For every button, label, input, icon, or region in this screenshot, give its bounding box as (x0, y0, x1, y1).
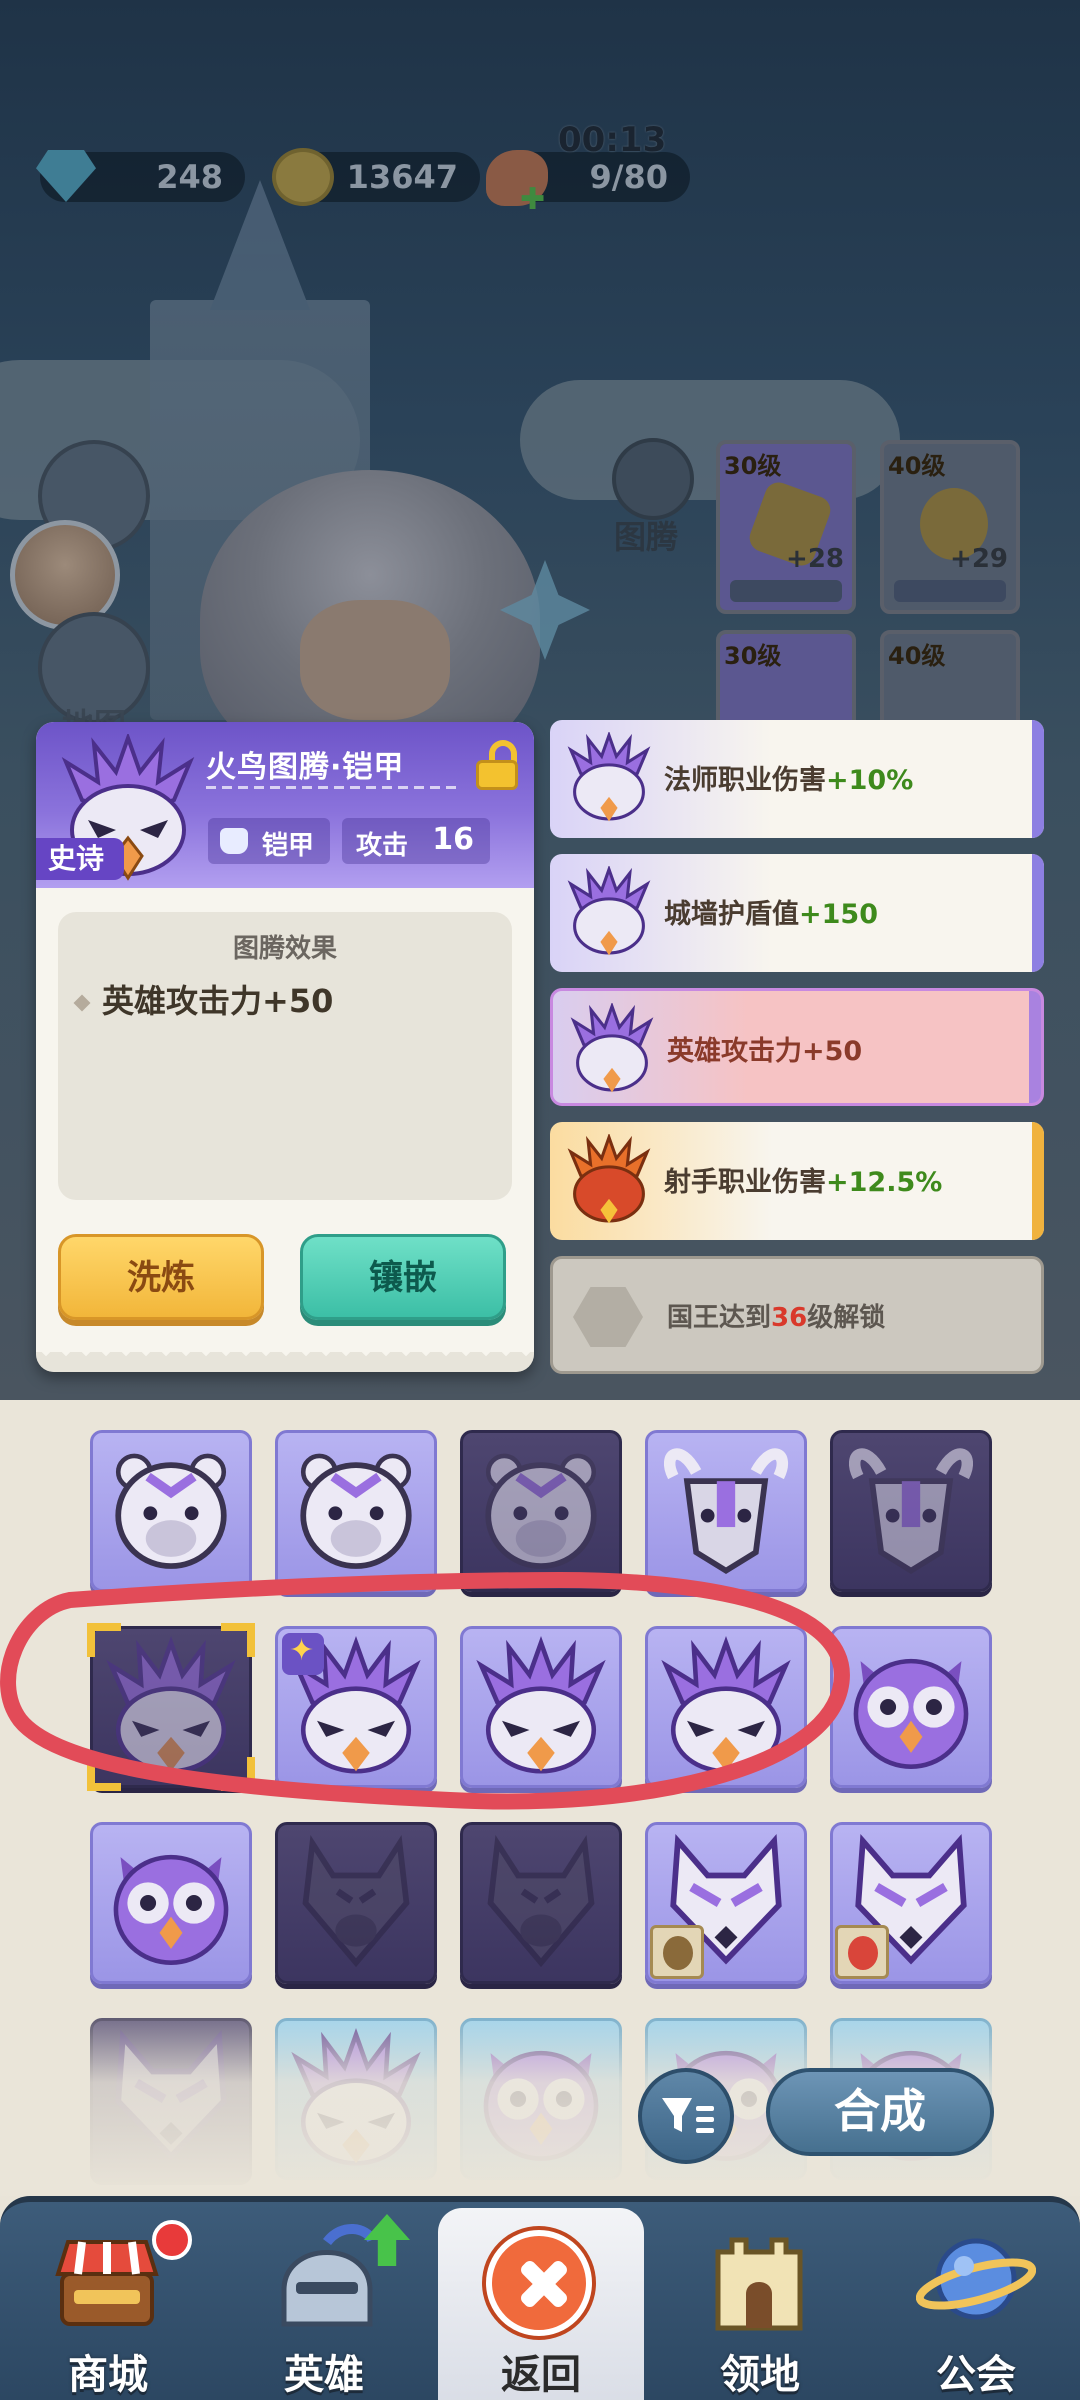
nav-guild-label: 公会 (936, 2352, 1016, 2398)
slot-type-label: 铠甲 (262, 831, 315, 861)
equipment-level: 40级 (888, 452, 946, 480)
totem-item[interactable] (830, 1430, 992, 1592)
nav-shop-label: 商城 (68, 2352, 148, 2398)
phoenix-totem-icon (567, 1134, 651, 1224)
coin-count: 13647 (346, 158, 458, 196)
merge-button[interactable]: 合成 (766, 2068, 994, 2156)
close-icon (486, 2230, 592, 2336)
unlock-requirement: 国王达到36级解锁 (667, 1303, 886, 1333)
equipment-bonus: +28 (786, 544, 844, 574)
slot-type-chip: 铠甲 (208, 818, 330, 864)
locked-totem-slot[interactable]: 国王达到36级解锁 (550, 1256, 1044, 1374)
diamond-bullet-icon (73, 994, 91, 1012)
totem-item[interactable] (275, 1430, 437, 1592)
attack-value: 16 (432, 822, 474, 857)
totem-item[interactable] (645, 1430, 807, 1592)
firebird-totem-icon (570, 1003, 654, 1093)
totem-slot[interactable]: 城墙护盾值+150 (550, 854, 1044, 972)
stamina-timer: 00:13 (558, 120, 667, 160)
bear-totem-icon (300, 1453, 412, 1569)
slot-effect: 法师职业伤害+10% (664, 765, 914, 796)
stamina-count: 9/80 (589, 158, 668, 196)
equipment-level: 30级 (724, 642, 782, 670)
equipment-slot[interactable]: 40级 +29 (880, 440, 1020, 614)
helmet-icon (281, 2224, 377, 2327)
slot-effect: 英雄攻击力+50 (667, 1036, 863, 1067)
bull-totem-icon (663, 1448, 789, 1575)
castle-icon (715, 2237, 803, 2331)
effect-title: 图腾效果 (232, 934, 337, 964)
slot-effect: 城墙护盾值+150 (664, 899, 878, 930)
bear-totem-icon (115, 1453, 227, 1569)
totem-detail-popup: 火鸟图腾·铠甲 铠甲 攻击 16 史诗 图腾效果 英雄攻击力+50 洗炼 镶嵌 (36, 722, 534, 1372)
inlay-button[interactable]: 镶嵌 (300, 1234, 506, 1320)
shop-icon (55, 2240, 159, 2326)
equipped-hero-avatar (835, 1925, 889, 1979)
filter-icon (662, 2098, 714, 2133)
nav-shop[interactable]: 商城 (0, 2202, 216, 2400)
attack-label: 攻击 (356, 831, 409, 861)
totem-slot-selected[interactable]: 英雄攻击力+50 (550, 988, 1044, 1106)
gem-count: 248 (156, 158, 223, 196)
equipment-level: 30级 (724, 452, 782, 480)
totem-tab-label: 图腾 (614, 518, 679, 556)
totem-effect-panel: 图腾效果 英雄攻击力+50 (58, 912, 512, 1200)
notification-badge (152, 2220, 192, 2260)
equipment-slot[interactable]: 30级 +28 (716, 440, 856, 614)
coin-icon (272, 148, 334, 206)
refine-button[interactable]: 洗炼 (58, 1234, 264, 1320)
armor-icon (220, 828, 248, 854)
nav-territory[interactable]: 领地 (652, 2202, 868, 2400)
totem-slot[interactable]: 射手职业伤害+12.5% (550, 1122, 1044, 1240)
effect-name: 英雄攻击力 (102, 982, 263, 1020)
totem-item[interactable] (460, 1430, 622, 1592)
totem-slot[interactable]: 法师职业伤害+10% (550, 720, 1044, 838)
annotation-circle (0, 1571, 850, 1810)
bull-totem-icon (848, 1448, 974, 1575)
add-stamina-icon[interactable]: ✚ (520, 182, 545, 217)
equipment-bonus: +29 (950, 544, 1008, 574)
nav-heroes-label: 英雄 (284, 2352, 364, 2398)
equipped-hero-avatar (650, 1925, 704, 1979)
filter-button[interactable] (638, 2068, 734, 2164)
rarity-badge: 史诗 (36, 838, 124, 880)
totem-tab-icon[interactable] (612, 438, 694, 520)
totem-name: 火鸟图腾·铠甲 (206, 750, 405, 785)
bottom-navigation: 商城 英雄 返回 领地 公会 (0, 2196, 1080, 2400)
nav-guild[interactable]: 公会 (868, 2202, 1080, 2400)
nav-heroes[interactable]: 英雄 (216, 2202, 432, 2400)
effect-line: 英雄攻击力+50 (73, 976, 334, 1022)
nav-back[interactable]: 返回 (438, 2208, 644, 2400)
firebird-totem-icon (567, 866, 651, 956)
planet-icon (916, 2238, 1036, 2320)
totem-item[interactable] (90, 1430, 252, 1592)
attack-chip: 攻击 16 (342, 818, 490, 864)
nav-territory-label: 领地 (720, 2352, 800, 2398)
unlock-icon[interactable] (476, 740, 518, 790)
bear-totem-icon (485, 1453, 597, 1569)
equipment-level: 40级 (888, 642, 946, 670)
locked-hexagon-icon (573, 1287, 643, 1347)
slot-effect: 射手职业伤害+12.5% (664, 1167, 943, 1198)
nav-back-label: 返回 (501, 2352, 581, 2398)
firebird-totem-icon (567, 732, 651, 822)
effect-value: +50 (262, 982, 334, 1020)
